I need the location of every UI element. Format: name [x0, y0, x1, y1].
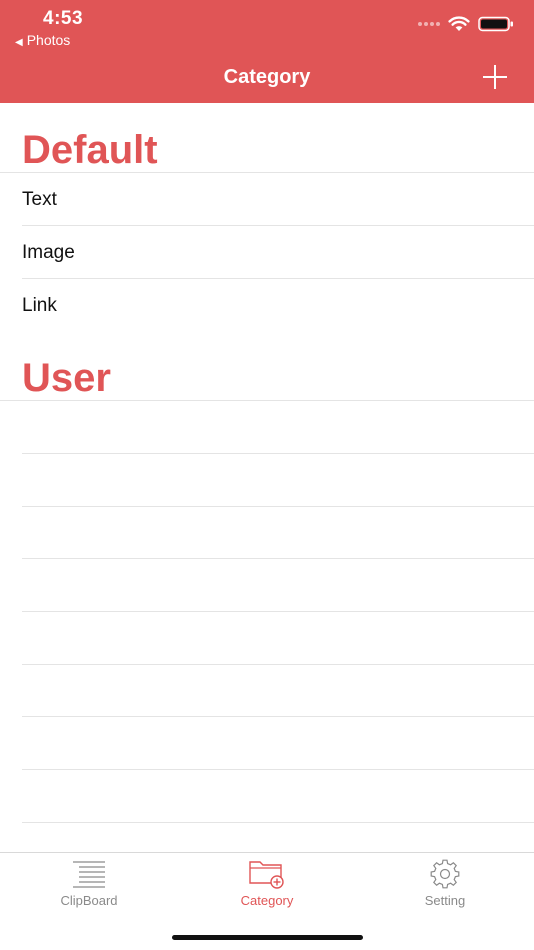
- tab-clipboard[interactable]: ClipBoard: [0, 859, 178, 919]
- tab-label: Setting: [424, 893, 466, 908]
- row-separator: [22, 278, 534, 279]
- empty-row: [0, 558, 534, 611]
- back-label: Photos: [26, 32, 71, 48]
- row-separator: [0, 172, 534, 173]
- back-to-photos-link[interactable]: ◀ Photos: [15, 32, 70, 48]
- row-separator: [22, 664, 534, 665]
- row-separator: [22, 506, 534, 507]
- status-indicators: [418, 16, 514, 32]
- empty-row: [0, 716, 534, 769]
- category-label: Image: [22, 242, 75, 263]
- empty-row: [0, 400, 534, 453]
- row-separator: [22, 769, 534, 770]
- tab-label: ClipBoard: [60, 893, 118, 908]
- status-time: 4:53: [43, 8, 84, 29]
- gear-icon: [430, 859, 460, 889]
- empty-row: [0, 611, 534, 664]
- row-separator: [22, 822, 534, 823]
- wifi-icon: [448, 16, 470, 31]
- tab-setting[interactable]: Setting: [356, 859, 534, 919]
- tab-category[interactable]: Category: [178, 859, 356, 919]
- category-label: Link: [22, 295, 57, 316]
- row-separator: [22, 453, 534, 454]
- cellular-signal-icon: [418, 22, 440, 26]
- tab-label: Category: [240, 893, 294, 908]
- category-row-image[interactable]: Image: [0, 225, 534, 278]
- section-header-default: Default: [22, 128, 158, 172]
- empty-row: [0, 453, 534, 506]
- home-indicator[interactable]: [172, 935, 363, 940]
- section-header-user: User: [22, 356, 111, 400]
- battery-icon: [478, 16, 513, 32]
- plus-icon[interactable]: [482, 64, 508, 90]
- empty-row: [0, 822, 534, 852]
- row-separator: [22, 716, 534, 717]
- category-row-text[interactable]: Text: [0, 172, 534, 225]
- folder-add-icon: [249, 861, 284, 889]
- row-separator: [22, 558, 534, 559]
- row-separator: [0, 400, 534, 401]
- empty-row: [0, 506, 534, 559]
- back-triangle-icon: ◀: [15, 37, 23, 48]
- empty-row: [0, 664, 534, 717]
- list-icon: [73, 861, 105, 888]
- category-row-link[interactable]: Link: [0, 278, 534, 331]
- page-title: Category: [223, 66, 311, 88]
- row-separator: [22, 225, 534, 226]
- row-separator: [22, 611, 534, 612]
- navigation-header: 4:53 ◀ Photos Category: [0, 0, 534, 103]
- category-label: Text: [22, 189, 57, 210]
- empty-row: [0, 769, 534, 822]
